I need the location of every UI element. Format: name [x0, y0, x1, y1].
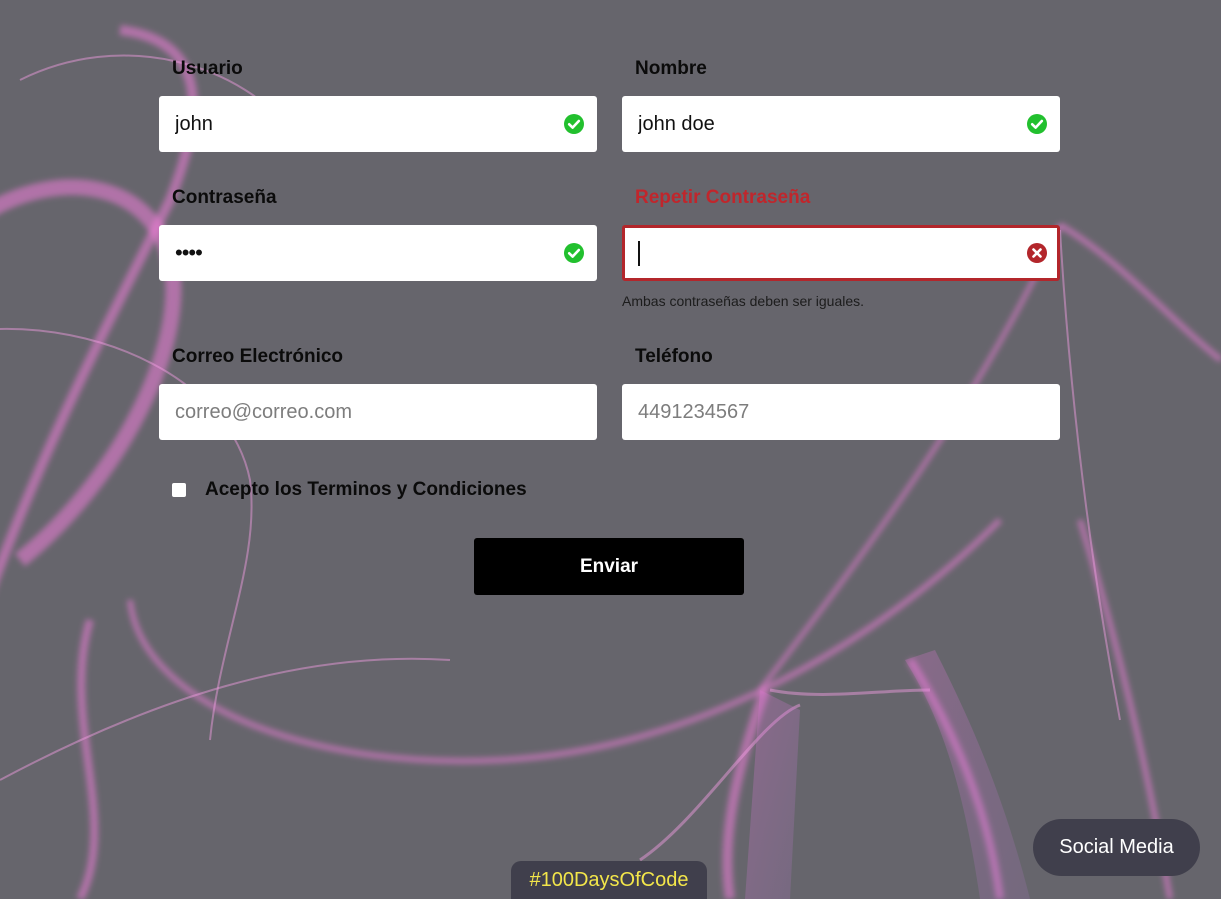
repeat-password-field [622, 225, 1060, 281]
phone-label: Teléfono [635, 346, 713, 367]
text-caret [638, 241, 640, 266]
terms-label[interactable]: Acepto los Terminos y Condiciones [205, 479, 527, 501]
usuario-group: Usuario [159, 58, 597, 152]
password-field [159, 225, 597, 281]
phone-input[interactable] [622, 384, 1060, 440]
phone-group: Teléfono [622, 346, 1060, 440]
password-label: Contraseña [172, 187, 277, 208]
password-group: Contraseña [159, 187, 597, 281]
nombre-input[interactable] [622, 96, 1060, 152]
usuario-label: Usuario [172, 58, 243, 79]
usuario-field [159, 96, 597, 152]
usuario-input[interactable] [159, 96, 597, 152]
hashtag-badge: #100DaysOfCode [511, 861, 707, 899]
check-circle-icon [564, 243, 584, 263]
nombre-field [622, 96, 1060, 152]
terms-row: Acepto los Terminos y Condiciones [172, 479, 527, 501]
submit-button[interactable]: Enviar [474, 538, 744, 595]
email-input[interactable] [159, 384, 597, 440]
social-media-button[interactable]: Social Media [1033, 819, 1200, 876]
email-group: Correo Electrónico [159, 346, 597, 440]
check-circle-icon [564, 114, 584, 134]
check-circle-icon [1027, 114, 1047, 134]
password-input[interactable] [159, 225, 597, 281]
repeat-password-group: Repetir Contraseña Ambas contraseñas deb… [622, 187, 1060, 317]
repeat-password-input[interactable] [625, 228, 1057, 278]
nombre-group: Nombre [622, 58, 1060, 152]
nombre-label: Nombre [635, 58, 707, 79]
repeat-password-label: Repetir Contraseña [635, 187, 811, 208]
x-circle-icon [1027, 243, 1047, 263]
email-field [159, 384, 597, 440]
terms-checkbox[interactable] [172, 483, 186, 497]
password-mismatch-message: Ambas contraseñas deben ser iguales. [622, 293, 865, 309]
phone-field [622, 384, 1060, 440]
email-label: Correo Electrónico [172, 346, 344, 367]
